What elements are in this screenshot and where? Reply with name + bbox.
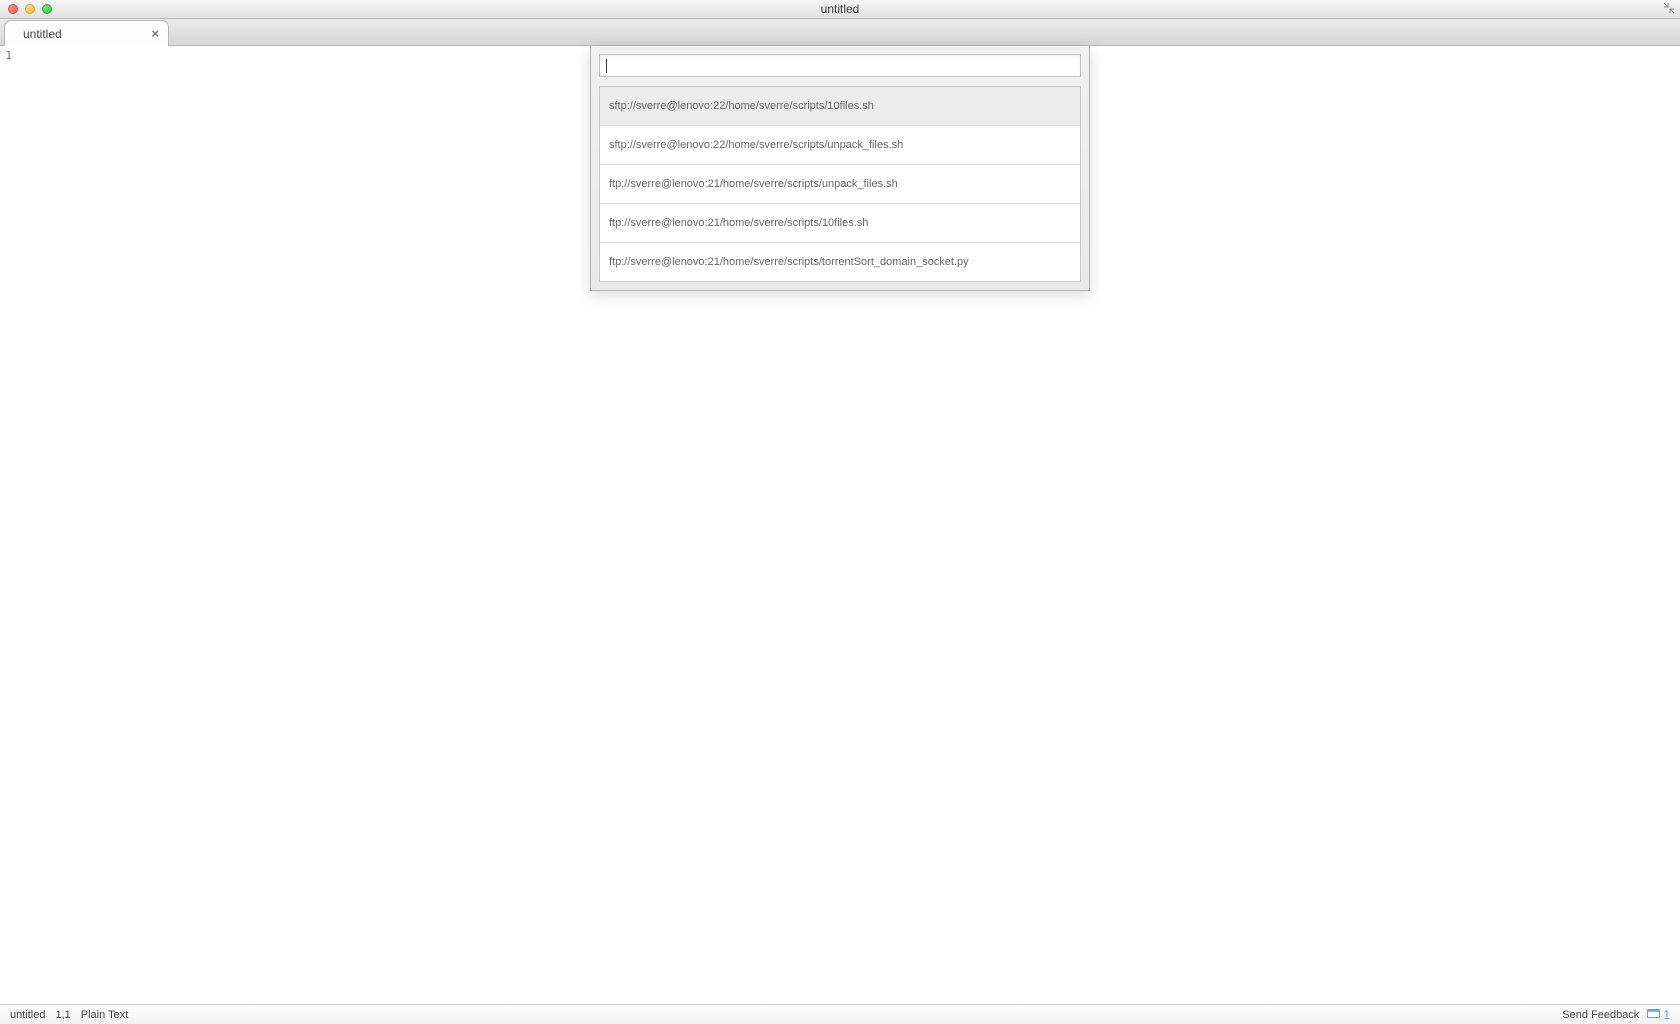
window-title: untitled: [821, 2, 860, 16]
maximize-window-button[interactable]: [42, 4, 52, 14]
title-bar: untitled: [0, 0, 1680, 19]
quick-open-panel: sftp://sverre@lenovo:22/home/sverre/scri…: [590, 46, 1090, 291]
text-caret: [606, 59, 607, 73]
status-syntax[interactable]: Plain Text: [81, 1009, 129, 1021]
line-number: 1: [0, 49, 12, 62]
tab-untitled[interactable]: untitled ×: [4, 20, 169, 46]
close-window-button[interactable]: [8, 4, 18, 14]
minimize-window-button[interactable]: [25, 4, 35, 14]
quick-open-result[interactable]: ftp://sverre@lenovo:21/home/sverre/scrip…: [600, 243, 1080, 281]
close-tab-icon[interactable]: ×: [151, 27, 159, 40]
quick-open-result[interactable]: sftp://sverre@lenovo:22/home/sverre/scri…: [600, 126, 1080, 165]
notifications-icon[interactable]: 1: [1647, 1008, 1670, 1022]
status-right: Send Feedback 1: [1562, 1008, 1670, 1022]
status-left: untitled 1,1 Plain Text: [10, 1009, 128, 1021]
editor-area: 1 sftp://sverre@lenovo:22/home/sverre/sc…: [0, 46, 1680, 1004]
status-filename[interactable]: untitled: [10, 1009, 45, 1021]
status-cursor-position[interactable]: 1,1: [55, 1009, 70, 1021]
window-controls: [0, 4, 52, 14]
notification-count: 1: [1663, 1008, 1670, 1022]
quick-open-results: sftp://sverre@lenovo:22/home/sverre/scri…: [599, 86, 1081, 282]
quick-open-result[interactable]: ftp://sverre@lenovo:21/home/sverre/scrip…: [600, 204, 1080, 243]
quick-open-result[interactable]: ftp://sverre@lenovo:21/home/sverre/scrip…: [600, 165, 1080, 204]
fullscreen-icon[interactable]: [1664, 3, 1674, 16]
quick-open-result[interactable]: sftp://sverre@lenovo:22/home/sverre/scri…: [600, 87, 1080, 126]
status-bar: untitled 1,1 Plain Text Send Feedback 1: [0, 1004, 1680, 1024]
tab-strip: untitled ×: [0, 19, 1680, 46]
send-feedback-link[interactable]: Send Feedback: [1562, 1009, 1639, 1021]
line-gutter: 1: [0, 46, 14, 1004]
quick-open-input[interactable]: [599, 54, 1081, 77]
tab-label: untitled: [23, 27, 62, 41]
